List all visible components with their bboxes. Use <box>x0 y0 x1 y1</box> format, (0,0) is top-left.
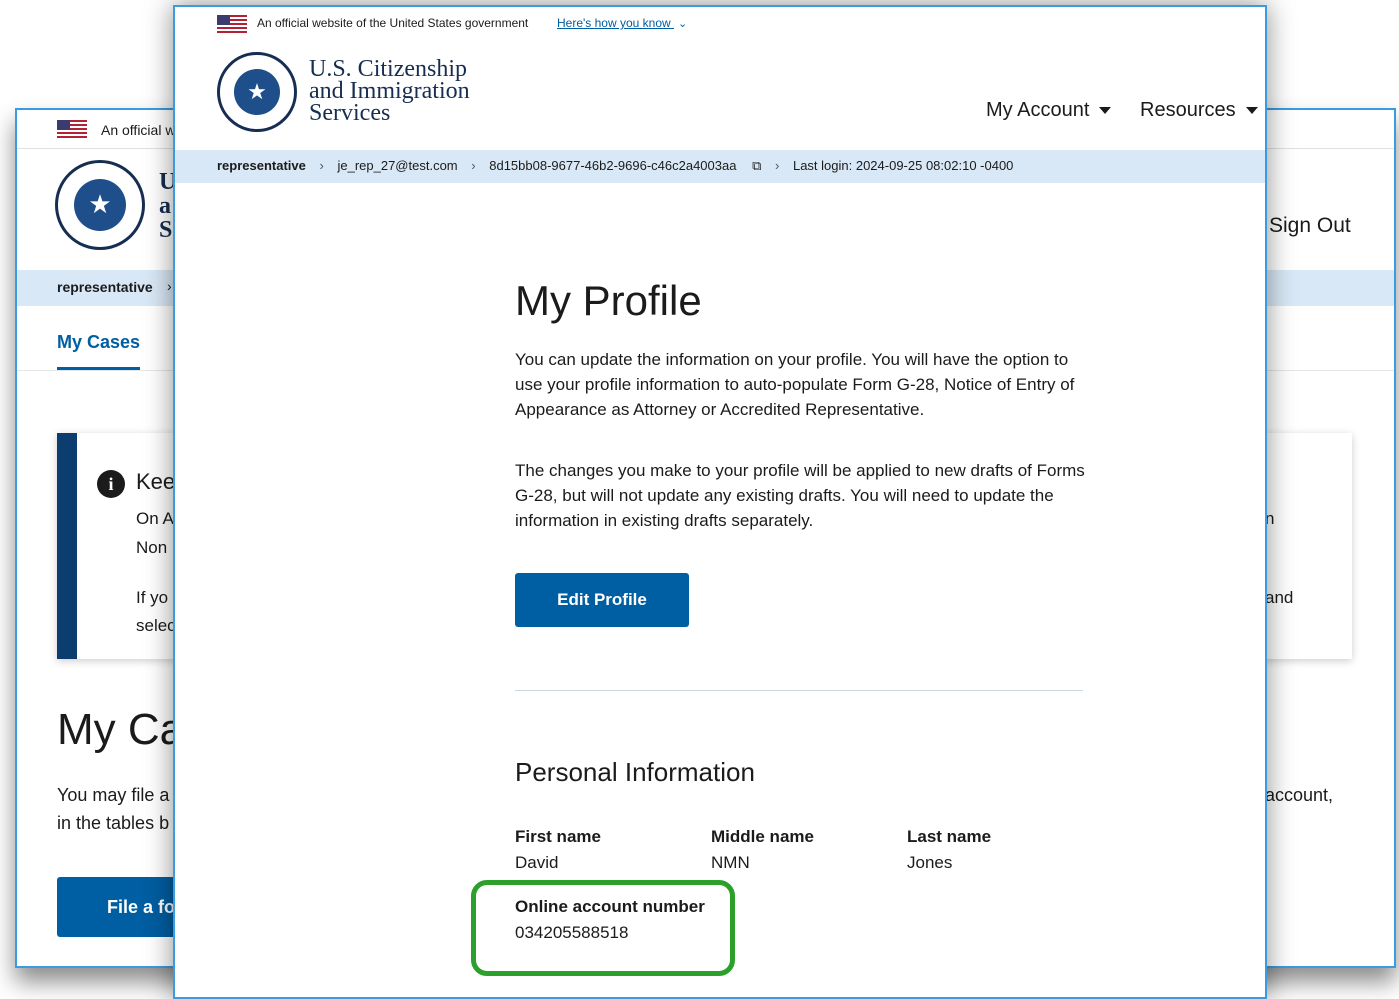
agency-line-3: Services <box>309 100 391 126</box>
bg-banner-text: An official w <box>101 122 176 138</box>
chevron-right-icon: › <box>319 158 324 173</box>
breadcrumb: representative › je_rep_27@test.com › 8d… <box>175 150 1265 183</box>
agency-line-1: U.S. Citizenship <box>309 56 468 82</box>
chevron-right-icon: › <box>167 278 172 294</box>
alert-line-4: selec <box>136 616 176 635</box>
file-form-button-label: File a fo <box>107 897 176 917</box>
profile-intro: You can update the information on your p… <box>515 350 1075 419</box>
first-name-value: David <box>515 853 559 872</box>
gov-banner-text: An official website of the United States… <box>257 16 529 30</box>
middle-name-value: NMN <box>711 853 750 872</box>
alert-line-3: If yo <box>136 588 169 607</box>
alert-right-2: and <box>1265 588 1294 607</box>
dhs-seal-icon[interactable]: ★ <box>217 52 297 132</box>
nav-resources[interactable]: Resources <box>1140 99 1258 122</box>
profile-changes-note: The changes you make to your profile wil… <box>515 461 1085 530</box>
us-flag-icon <box>57 120 87 138</box>
bg-body-right: account, <box>1265 785 1334 805</box>
copy-icon[interactable]: ⧉ <box>752 158 761 173</box>
gov-banner: An official website of the United States… <box>175 7 1265 45</box>
alert-title: Kee <box>136 469 176 494</box>
breadcrumb-role[interactable]: representative <box>217 158 306 173</box>
bg-body-line-2: in the tables b <box>57 813 170 833</box>
nav-resources-label: Resources <box>1140 99 1236 121</box>
last-name-value: Jones <box>907 853 953 872</box>
first-name-label: First name <box>515 827 601 846</box>
chevron-down-icon: ⌄ <box>678 18 688 30</box>
sign-out-link[interactable]: Sign Out <box>1269 214 1351 238</box>
caret-down-icon <box>1245 107 1258 115</box>
profile-window: An official website of the United States… <box>173 5 1267 999</box>
nav-my-account[interactable]: My Account <box>986 99 1112 122</box>
alert-line-1: On A <box>136 509 174 528</box>
breadcrumb-account-id: 8d15bb08-9677-46b2-9696-c46c2a4003aa <box>489 158 737 173</box>
heres-how-link-label: Here's how you know <box>557 16 671 30</box>
us-flag-icon <box>217 15 247 33</box>
account-number-highlight <box>471 880 735 976</box>
heres-how-you-know-link[interactable]: Here's how you know ⌄ <box>557 16 687 30</box>
page-title: My Profile <box>515 277 702 324</box>
tab-my-cases[interactable]: My Cases <box>57 332 141 370</box>
breadcrumb-last-login: Last login: 2024-09-25 08:02:10 -0400 <box>792 158 1014 173</box>
chevron-right-icon: › <box>471 158 476 173</box>
bg-body-line-1: You may file a <box>57 785 170 805</box>
section-divider <box>515 690 1083 691</box>
info-icon: i <box>97 470 125 498</box>
middle-name-label: Middle name <box>711 827 814 846</box>
alert-line-2: Non <box>136 538 168 557</box>
personal-info-heading: Personal Information <box>515 757 755 787</box>
dhs-seal-icon: ★ <box>55 160 145 250</box>
bg-breadcrumb-role[interactable]: representative <box>57 279 153 295</box>
edit-profile-button[interactable]: Edit Profile <box>515 573 689 627</box>
agency-name[interactable]: U.S. Citizenship and Immigration Service… <box>309 56 470 126</box>
bg-page-heading: My Ca <box>57 705 185 754</box>
chevron-right-icon: › <box>775 158 780 173</box>
last-name-label: Last name <box>907 827 992 846</box>
nav-my-account-label: My Account <box>986 99 1090 121</box>
caret-down-icon <box>1099 107 1112 115</box>
breadcrumb-email: je_rep_27@test.com <box>337 158 458 173</box>
agency-line-2: and Immigration <box>309 78 470 104</box>
